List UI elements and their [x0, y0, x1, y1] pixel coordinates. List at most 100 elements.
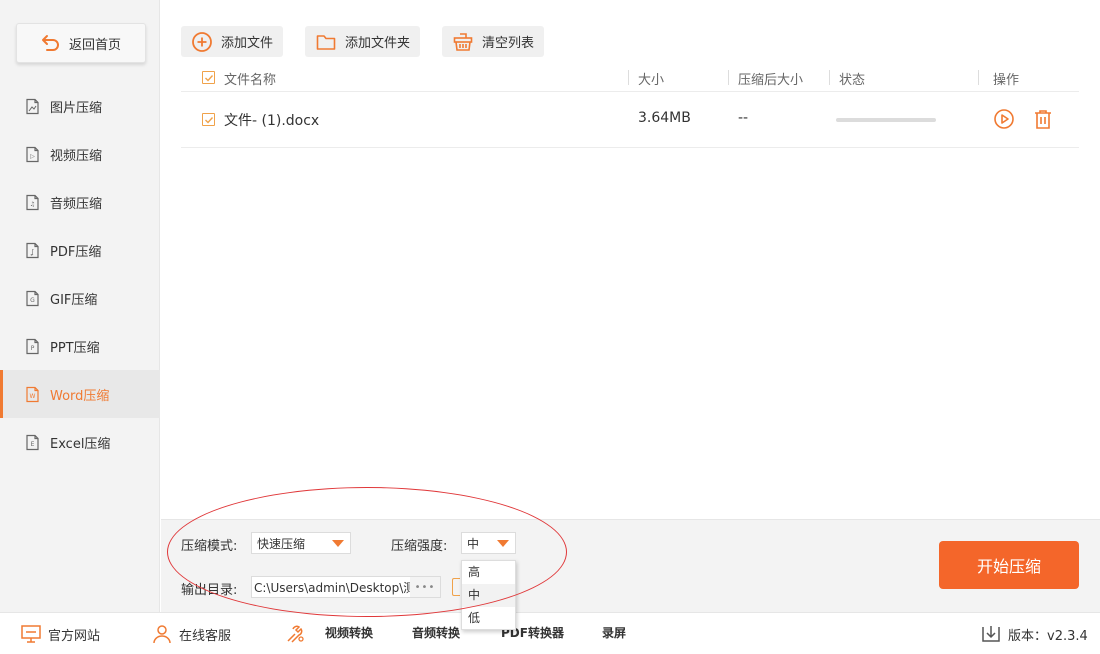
image-file-icon — [26, 98, 39, 114]
check-icon — [204, 74, 213, 82]
broom-basket-icon — [453, 32, 473, 51]
online-service-link[interactable]: 在线客服 — [151, 624, 231, 644]
add-file-button[interactable]: 添加文件 — [181, 26, 284, 57]
row-file-size: 3.64MB — [638, 110, 691, 126]
sidebar-item-label: GIF压缩 — [50, 292, 98, 308]
back-arrow-icon — [41, 35, 59, 51]
folder-icon — [316, 34, 336, 50]
toolbar: 添加文件 添加文件夹 清空列表 — [181, 26, 545, 57]
svg-text:E: E — [31, 441, 35, 448]
svg-text:♫: ♫ — [30, 201, 35, 208]
strength-select-value: 中 — [467, 536, 480, 551]
sidebar: 返回首页 图片压缩 ▷ 视频压缩 ♫ 音频压缩 ʆ PDF压缩 G GIF压缩 P PPT压缩 W Wo… — [0, 0, 160, 612]
plus-circle-icon — [192, 31, 212, 52]
check-icon — [204, 116, 213, 124]
add-file-label: 添加文件 — [221, 36, 274, 51]
sidebar-item-image[interactable]: 图片压缩 — [0, 82, 160, 130]
excel-file-icon: E — [26, 434, 39, 450]
mode-select-value: 快速压缩 — [257, 536, 306, 551]
sidebar-nav: 图片压缩 ▷ 视频压缩 ♫ 音频压缩 ʆ PDF压缩 G GIF压缩 P PPT压缩 W Word压缩 E… — [0, 82, 160, 466]
user-icon — [153, 625, 171, 644]
column-divider — [728, 70, 729, 85]
svg-text:G: G — [30, 297, 35, 304]
version-info: 版本：v2.3.4 — [980, 624, 1088, 644]
gif-file-icon: G — [26, 290, 39, 306]
row-checkbox[interactable] — [202, 113, 215, 126]
row-file-name: 文件- (1).docx — [224, 113, 320, 129]
column-divider — [628, 70, 629, 85]
strength-option-high[interactable]: 高 — [462, 561, 515, 584]
back-home-button[interactable]: 返回首页 — [16, 23, 146, 63]
dropdown-arrow-icon — [332, 540, 344, 547]
start-compress-button[interactable]: 开始压缩 — [939, 541, 1079, 589]
svg-text:▷: ▷ — [30, 153, 35, 160]
open-folder-button[interactable] — [452, 578, 460, 596]
sidebar-item-excel[interactable]: E Excel压缩 — [0, 418, 160, 466]
header-size: 大小 — [638, 73, 665, 88]
mode-label: 压缩模式: — [181, 539, 238, 554]
strength-label: 压缩强度: — [391, 539, 448, 554]
tools-icon — [287, 625, 304, 643]
sidebar-item-label: Excel压缩 — [50, 436, 111, 452]
trash-icon[interactable] — [1032, 108, 1054, 130]
svg-text:ʆ: ʆ — [30, 249, 34, 256]
sidebar-item-word[interactable]: W Word压缩 — [0, 370, 160, 418]
video-convert-link[interactable]: 视频转换 — [325, 624, 373, 641]
row-progress-bar — [836, 118, 936, 122]
version-label: 版本：v2.3.4 — [1008, 628, 1088, 644]
clear-list-label: 清空列表 — [482, 36, 535, 51]
sidebar-item-label: PPT压缩 — [50, 340, 100, 356]
header-actions: 操作 — [993, 73, 1020, 88]
back-home-label: 返回首页 — [68, 37, 121, 53]
sidebar-item-label: 图片压缩 — [50, 100, 103, 116]
clear-list-button[interactable]: 清空列表 — [442, 26, 545, 57]
column-divider — [978, 70, 979, 85]
output-path-value: C:\Users\admin\Desktop\测 — [254, 580, 416, 595]
header-compressed-size: 压缩后大小 — [738, 73, 804, 88]
file-table-header: 文件名称 大小 压缩后大小 状态 操作 — [181, 66, 1079, 92]
word-file-icon: W — [26, 386, 39, 402]
monitor-icon — [21, 625, 41, 643]
strength-option-low[interactable]: 低 — [462, 607, 515, 630]
sidebar-item-label: Word压缩 — [50, 388, 110, 404]
play-circle-icon[interactable] — [993, 108, 1015, 130]
sidebar-item-video[interactable]: ▷ 视频压缩 — [0, 130, 160, 178]
pdf-file-icon: ʆ — [26, 242, 39, 258]
official-website-link[interactable]: 官方网站 — [20, 624, 100, 644]
mode-select[interactable]: 快速压缩 — [251, 532, 351, 554]
output-path-field[interactable]: C:\Users\admin\Desktop\测 ••• — [251, 576, 441, 598]
more-tools-icon-wrap[interactable] — [284, 624, 306, 644]
add-folder-button[interactable]: 添加文件夹 — [305, 26, 421, 57]
add-folder-label: 添加文件夹 — [345, 36, 411, 51]
screen-record-link[interactable]: 录屏 — [602, 624, 626, 641]
sidebar-item-label: 音频压缩 — [50, 196, 103, 212]
online-service-label: 在线客服 — [179, 628, 232, 644]
sidebar-item-gif[interactable]: G GIF压缩 — [0, 274, 160, 322]
audio-file-icon: ♫ — [26, 194, 39, 210]
audio-convert-link[interactable]: 音频转换 — [412, 624, 460, 641]
ppt-file-icon: P — [26, 338, 39, 354]
compression-settings-panel: 压缩模式: 快速压缩 压缩强度: 中 高 中 低 输出目录: C:\Users\… — [161, 519, 1100, 630]
svg-text:W: W — [30, 393, 36, 400]
row-compressed-size: -- — [738, 110, 749, 126]
official-website-label: 官方网站 — [48, 628, 101, 644]
browse-button[interactable]: ••• — [410, 577, 440, 597]
video-file-icon: ▷ — [26, 146, 39, 162]
sidebar-item-label: 视频压缩 — [50, 148, 103, 164]
dropdown-arrow-icon — [497, 540, 509, 547]
svg-text:P: P — [31, 345, 35, 352]
sidebar-item-label: PDF压缩 — [50, 244, 102, 260]
output-dir-label: 输出目录: — [181, 583, 238, 598]
strength-select[interactable]: 中 — [461, 532, 516, 554]
select-all-checkbox[interactable] — [202, 71, 215, 84]
sidebar-item-ppt[interactable]: P PPT压缩 — [0, 322, 160, 370]
header-status: 状态 — [839, 73, 866, 88]
sidebar-item-audio[interactable]: ♫ 音频压缩 — [0, 178, 160, 226]
footer-bar: 官方网站 在线客服 视频转换 音频转换 PDF转换器 录屏 版本：v2.3.4 — [0, 612, 1100, 654]
sidebar-item-pdf[interactable]: ʆ PDF压缩 — [0, 226, 160, 274]
header-file-name: 文件名称 — [224, 73, 277, 88]
strength-option-medium[interactable]: 中 — [462, 584, 515, 607]
table-row: 文件- (1).docx 3.64MB -- — [181, 92, 1079, 148]
strength-dropdown-list: 高 中 低 — [461, 560, 516, 630]
download-icon — [982, 626, 1000, 642]
